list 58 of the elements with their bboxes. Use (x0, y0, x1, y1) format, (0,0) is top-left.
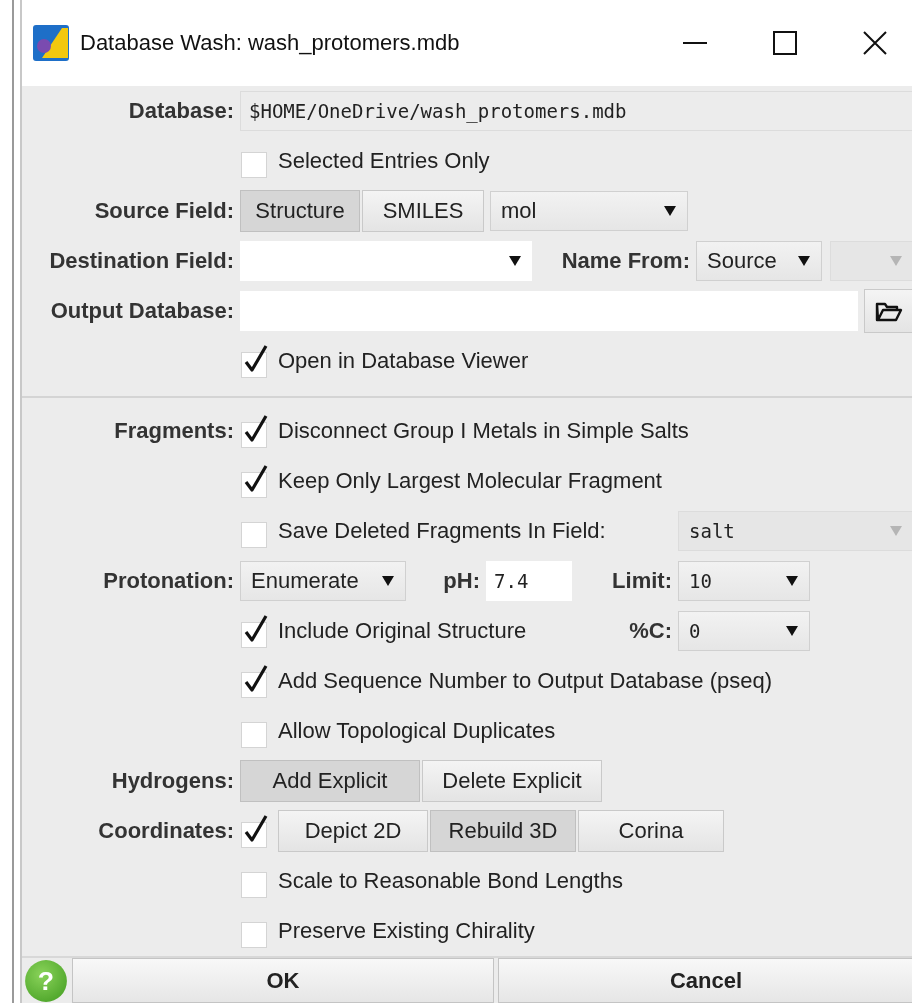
dialog-button[interactable]: OK (72, 958, 494, 1003)
field-label: Destination Field: (49, 248, 234, 274)
dropdown[interactable]: Enumerate (240, 561, 406, 602)
checkbox-label[interactable]: Scale to Reasonable Bond Lengths (278, 868, 623, 895)
field-label: Source Field: (94, 198, 234, 224)
checkbox[interactable] (240, 614, 268, 649)
segment-button[interactable]: Delete Explicit (422, 760, 602, 803)
checkbox[interactable] (240, 664, 268, 699)
segment-button[interactable]: Structure (240, 190, 360, 233)
window-title: Database Wash: wash_protomers.mdb (80, 30, 460, 56)
dropdown[interactable]: 0 (678, 611, 810, 652)
field-label: Coordinates: (98, 818, 234, 844)
caret-icon (889, 525, 903, 538)
caret-icon (797, 255, 811, 268)
checkbox-label[interactable]: Save Deleted Fragments In Field: (278, 518, 606, 545)
field-label: %C: (628, 618, 672, 645)
dropdown[interactable]: 10 (678, 561, 810, 602)
checkbox[interactable] (240, 414, 268, 449)
dropdown[interactable]: Source (696, 241, 822, 282)
dropdown[interactable]: mol (490, 191, 688, 232)
field-label: Protonation: (103, 568, 234, 594)
checkbox[interactable] (240, 464, 268, 499)
checkbox-label[interactable]: Disconnect Group I Metals in Simple Salts (278, 418, 689, 445)
caret-icon (889, 255, 903, 268)
checkbox-label[interactable]: Include Original Structure (278, 618, 527, 645)
caret-icon (785, 575, 799, 588)
app-icon (32, 24, 70, 62)
caret-icon (785, 625, 799, 638)
checkbox[interactable] (240, 814, 268, 849)
checkbox[interactable] (240, 344, 268, 379)
maximize-icon[interactable] (772, 30, 798, 56)
field-label: pH: (442, 568, 480, 595)
checkbox-label[interactable]: Preserve Existing Chirality (278, 918, 535, 945)
checkbox-label[interactable]: Open in Database Viewer (278, 348, 529, 375)
field-label: Limit: (611, 568, 672, 595)
text-field[interactable]: $HOME/OneDrive/wash_protomers.mdb (240, 91, 912, 132)
caret-icon (381, 575, 395, 588)
field-label: Hydrogens: (111, 768, 234, 794)
caret-icon (663, 205, 677, 218)
field-label: Name From: (560, 248, 690, 275)
segment-button[interactable]: Rebuild 3D (430, 810, 576, 853)
checkbox-label[interactable]: Allow Topological Duplicates (278, 718, 556, 745)
field-label: Output Database: (50, 298, 234, 324)
checkbox-label[interactable]: Add Sequence Number to Output Database (pseq) (278, 668, 773, 695)
segment-button[interactable]: Corina (578, 810, 724, 853)
browse-button[interactable] (864, 289, 912, 334)
segment-button[interactable]: Add Explicit (240, 760, 420, 803)
folder-icon (875, 300, 903, 323)
checkbox-label[interactable]: Selected Entries Only (278, 148, 490, 175)
close-icon[interactable] (862, 30, 888, 56)
caret-icon (508, 255, 522, 268)
segment-button[interactable]: SMILES (362, 190, 484, 233)
dialog-button[interactable]: Cancel (498, 958, 912, 1003)
segment-button[interactable]: Depict 2D (278, 810, 428, 853)
field-label: Fragments: (114, 418, 234, 444)
text-field[interactable]: 7.4 (486, 561, 572, 602)
field-label: Database: (128, 98, 234, 124)
checkbox-label[interactable]: Keep Only Largest Molecular Fragment (278, 468, 662, 495)
